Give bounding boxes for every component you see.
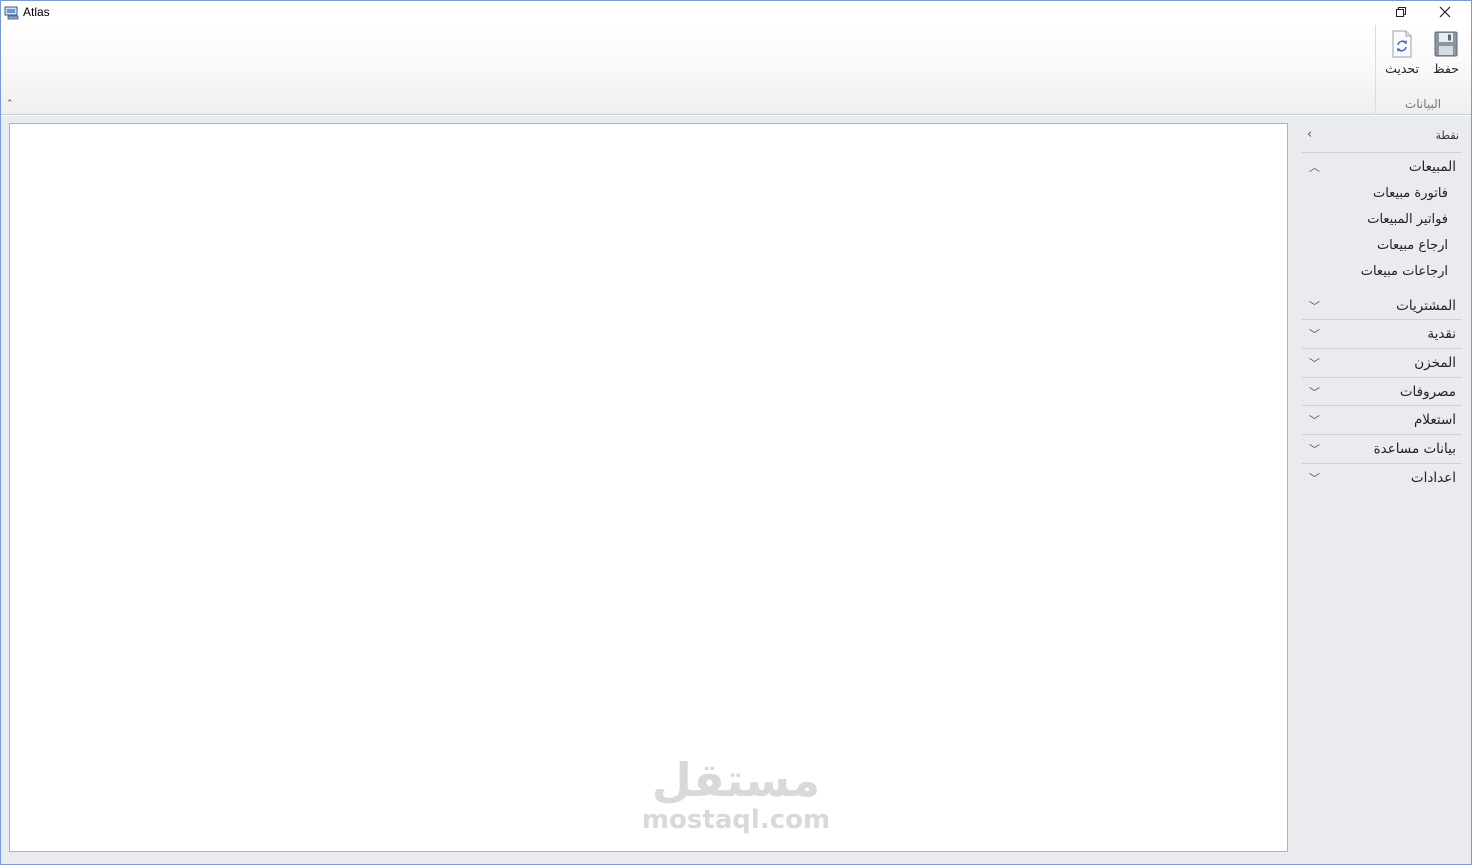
nav-group-cash[interactable]: نقدية ﹀ (1302, 320, 1462, 348)
ribbon-group-data: تحديث حفظ البيانات (1375, 25, 1469, 115)
save-icon (1434, 31, 1458, 57)
ribbon-collapse-icon[interactable]: ⌃ (6, 99, 14, 109)
nav-item-label: فاتورة مبيعات (1372, 186, 1448, 201)
chevron-down-icon: ﹀ (1309, 472, 1320, 485)
refresh-label: تحديث (1385, 61, 1419, 76)
nav-item-label: ارجاعات مبيعات (1360, 264, 1448, 279)
nav-group-label: المخزن (1414, 355, 1456, 371)
refresh-icon (1392, 30, 1412, 58)
chevron-down-icon: ﹀ (1309, 443, 1320, 456)
nav-group-sales[interactable]: المبيعات ︿ (1302, 153, 1462, 181)
close-icon (1439, 6, 1451, 18)
nav-group-label: المبيعات (1408, 159, 1456, 175)
window-title: Atlas (23, 5, 50, 19)
nav-item-sales-invoices[interactable]: فواتير المبيعات (1302, 209, 1462, 233)
nav-group-settings[interactable]: اعدادات ﹀ (1302, 464, 1462, 492)
save-label: حفظ (1433, 61, 1459, 76)
nav-group-warehouse[interactable]: المخزن ﹀ (1302, 349, 1462, 377)
nav-item-sales-returns[interactable]: ارجاعات مبيعات (1302, 261, 1462, 285)
nav-group-label: مصروفات (1399, 384, 1456, 400)
nav-group-purchases[interactable]: المشتريات ﹀ (1302, 292, 1462, 320)
chevron-down-icon: ﹀ (1309, 300, 1320, 313)
navigation-pane: نقطة › المبيعات ︿ فاتورة مبيعات فواتير ا… (1299, 121, 1465, 861)
chevron-up-icon: ︿ (1309, 161, 1320, 174)
nav-header[interactable]: نقطة › (1299, 125, 1465, 147)
ribbon-group-label: البيانات (1404, 97, 1442, 111)
app-window: Atlas ⌃ تحديث حفظ البيانات مستقل mostaql… (0, 0, 1472, 865)
restore-button[interactable] (1379, 1, 1423, 23)
chevron-down-icon: ﹀ (1309, 414, 1320, 427)
title-bar: Atlas (1, 1, 1471, 25)
refresh-button[interactable]: تحديث (1382, 29, 1422, 81)
document-area[interactable] (9, 123, 1288, 852)
ribbon: ⌃ تحديث حفظ البيانات (1, 25, 1471, 115)
nav-item-sales-invoice[interactable]: فاتورة مبيعات (1302, 183, 1462, 207)
chevron-right-icon[interactable]: › (1307, 127, 1312, 142)
nav-header-title: نقطة (1435, 129, 1459, 142)
nav-group-expenses[interactable]: مصروفات ﹀ (1302, 378, 1462, 406)
close-button[interactable] (1423, 1, 1467, 23)
nav-group-label: بيانات مساعدة (1373, 441, 1456, 457)
nav-group-inquiry[interactable]: استعلام ﹀ (1302, 406, 1462, 434)
nav-item-label: فواتير المبيعات (1367, 212, 1448, 227)
watermark-latin: mostaql.com (641, 805, 831, 835)
restore-icon (1396, 7, 1406, 17)
nav-group-label: استعلام (1413, 412, 1456, 428)
app-icon (4, 5, 20, 20)
nav-item-label: ارجاع مبيعات (1376, 238, 1448, 253)
nav-item-sales-return[interactable]: ارجاع مبيعات (1302, 235, 1462, 259)
chevron-down-icon: ﹀ (1309, 328, 1320, 341)
nav-group-label: نقدية (1427, 326, 1456, 342)
watermark-arabic: مستقل (651, 753, 821, 807)
save-button[interactable]: حفظ (1426, 29, 1466, 81)
chevron-down-icon: ﹀ (1309, 357, 1320, 370)
nav-group-label: اعدادات (1410, 470, 1456, 486)
nav-group-helper-data[interactable]: بيانات مساعدة ﹀ (1302, 435, 1462, 463)
chevron-down-icon: ﹀ (1309, 386, 1320, 399)
watermark: مستقل mostaql.com (601, 753, 871, 833)
nav-group-label: المشتريات (1396, 298, 1456, 314)
